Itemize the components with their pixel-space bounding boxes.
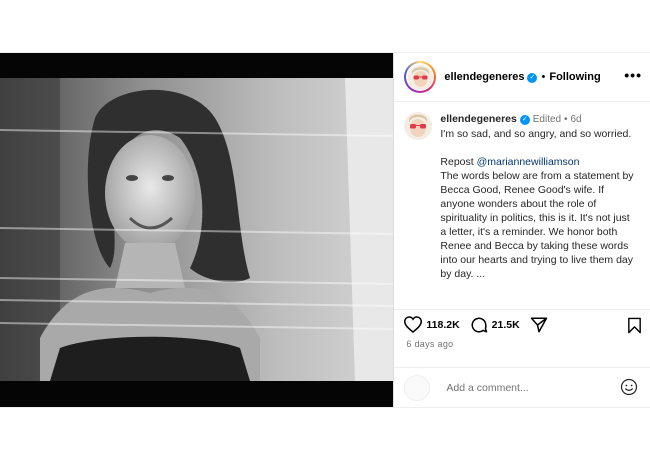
share-action[interactable] <box>530 316 548 334</box>
action-bar: 118.2K 21.5K <box>394 309 650 339</box>
header-username[interactable]: ellendegeneres ✓ <box>444 71 538 83</box>
comment-icon[interactable] <box>470 316 488 334</box>
post-media[interactable] <box>0 53 394 407</box>
username-link[interactable]: ellendegeneres <box>444 71 524 83</box>
separator-dot: • <box>541 71 546 83</box>
more-horizontal-icon[interactable]: ••• <box>624 67 642 83</box>
ellen-avatar-icon <box>404 112 433 140</box>
comment-count[interactable]: 21.5K <box>492 319 520 331</box>
post-age[interactable]: 6 days ago <box>406 339 453 349</box>
following-button[interactable]: Following <box>549 71 600 83</box>
caption-body: The words below are from a statement by … <box>440 170 634 280</box>
repost-handle-link[interactable]: @mariannewilliamson <box>477 156 580 168</box>
ellen-avatar-icon <box>407 64 433 90</box>
caption-avatar[interactable] <box>404 112 433 140</box>
like-count[interactable]: 118.2K <box>426 319 459 331</box>
bookmark-icon[interactable] <box>627 317 642 334</box>
share-icon[interactable] <box>530 316 548 334</box>
separator-dot: • <box>564 114 568 125</box>
profile-avatar[interactable] <box>404 61 437 93</box>
verified-badge-icon: ✓ <box>527 73 538 83</box>
caption: ellendegeneres ✓ Edited • 6d I'm so sad, … <box>394 102 650 281</box>
edited-label: Edited <box>532 114 562 125</box>
post-header: ellendegeneres ✓ • Following ••• <box>394 53 650 102</box>
caption-line1: I'm so sad, and so angry, and so worried… <box>440 128 632 140</box>
portrait-image <box>0 78 394 381</box>
current-user-avatar <box>404 374 431 401</box>
heart-icon[interactable] <box>404 316 423 333</box>
verified-badge-icon: ✓ <box>519 115 530 125</box>
bookmark-action[interactable] <box>627 317 642 339</box>
repost-label: Repost <box>440 156 474 168</box>
caption-time[interactable]: 6d <box>570 114 581 125</box>
comment-box <box>394 367 650 407</box>
post-sidebar: ellendegeneres ✓ • Following ••• ellendeg <box>393 53 650 407</box>
post-photo <box>0 78 394 381</box>
caption-username[interactable]: ellendegeneres <box>440 113 516 125</box>
instagram-post: ellendegeneres ✓ • Following ••• ellendeg <box>0 52 650 408</box>
comment-action[interactable]: 21.5K <box>470 316 520 334</box>
comment-input[interactable] <box>444 380 609 395</box>
emoji-icon[interactable] <box>620 378 638 401</box>
like-action[interactable]: 118.2K <box>404 316 460 333</box>
caption-text: ellendegeneres ✓ Edited • 6d I'm so sad, … <box>440 112 636 281</box>
